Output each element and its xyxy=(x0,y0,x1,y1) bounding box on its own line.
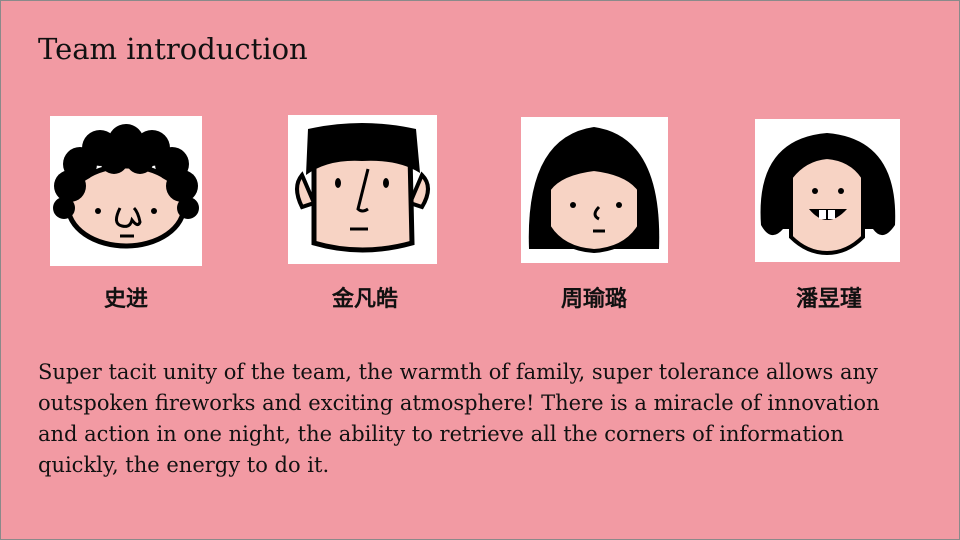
team-description: Super tacit unity of the team, the warmt… xyxy=(38,360,880,477)
member-name-2: 金凡皓 xyxy=(331,287,398,312)
member-name-3: 周瑜璐 xyxy=(560,287,627,312)
avatar-flat-top xyxy=(288,115,437,264)
member-name-1: 史进 xyxy=(103,287,148,312)
avatar-toothy-smile xyxy=(755,119,900,262)
avatar-curly-hair xyxy=(50,116,202,266)
slide-title: Team introduction xyxy=(38,32,308,66)
member-name-4: 潘昱瑾 xyxy=(795,287,862,312)
slide: Team introduction 史进 金凡皓 周瑜璐 潘昱瑾 Super t… xyxy=(0,0,960,540)
avatar-bob-hair xyxy=(521,117,668,263)
